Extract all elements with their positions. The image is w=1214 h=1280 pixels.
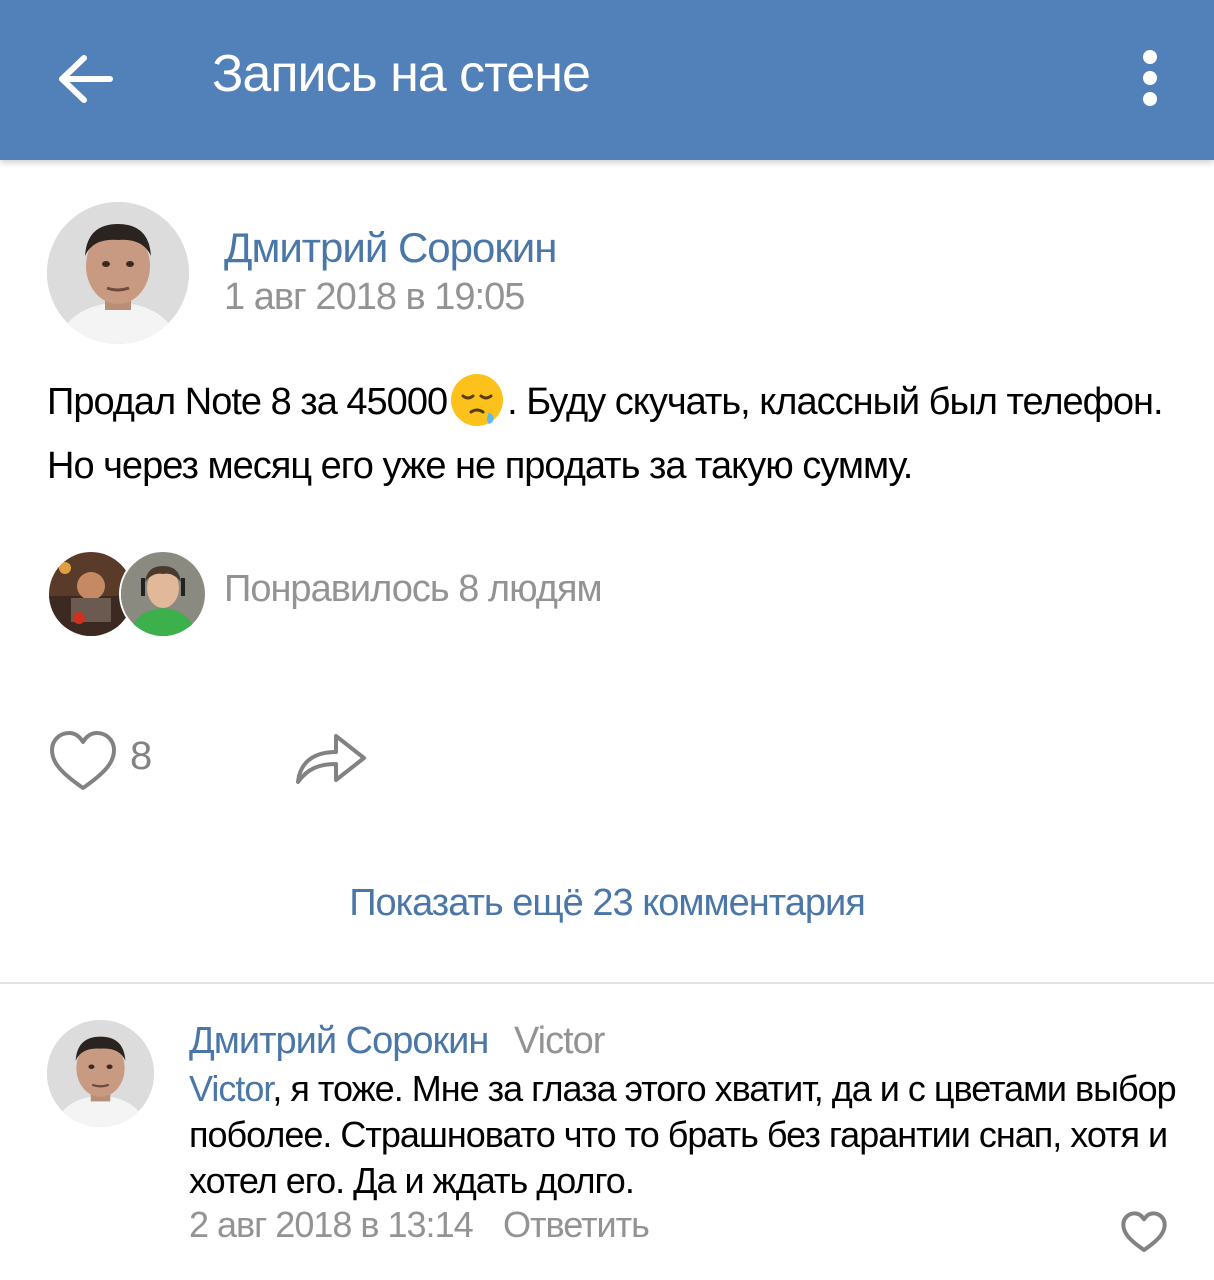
heart-outline-icon [50, 731, 116, 790]
post-author-avatar[interactable] [47, 202, 189, 344]
more-vertical-icon [1143, 50, 1157, 64]
show-more-comments-link[interactable]: Показать ещё 23 комментария [0, 882, 1214, 925]
post-text: Продал Note 8 за 45000 . Буду скучать, к… [47, 370, 1167, 498]
arrow-left-icon [59, 55, 113, 103]
post-date: 1 авг 2018 в 19:05 [224, 276, 525, 318]
back-button[interactable] [54, 48, 116, 110]
post-text-part-1: Продал Note 8 за 45000 [47, 381, 448, 423]
likers-avatars[interactable] [47, 550, 207, 638]
comment-reply-to[interactable]: Victor [514, 1020, 605, 1063]
more-options-button[interactable] [1128, 50, 1172, 110]
comment-text: Victor, я тоже. Мне за глаза этого хвати… [189, 1066, 1179, 1204]
comment-mention-link[interactable]: Victor [189, 1068, 273, 1109]
reply-button[interactable]: Ответить [503, 1204, 650, 1246]
liked-by-text[interactable]: Понравилось 8 людям [224, 568, 603, 611]
comment-author-name[interactable]: Дмитрий Сорокин [189, 1020, 489, 1063]
share-arrow-icon [296, 734, 366, 784]
page-title: Запись на стене [212, 45, 591, 103]
heart-outline-icon [1121, 1211, 1167, 1252]
comment-author-avatar[interactable] [47, 1020, 154, 1127]
top-app-bar: Запись на стене [0, 0, 1214, 160]
liker-avatar[interactable] [119, 550, 207, 638]
post-author-name[interactable]: Дмитрий Сорокин [224, 224, 557, 272]
comment-body: , я тоже. Мне за глаза этого хватит, да … [189, 1068, 1177, 1201]
like-count: 8 [130, 734, 153, 778]
like-button[interactable]: 8 [48, 724, 168, 794]
share-button[interactable] [292, 726, 372, 790]
comment-like-button[interactable] [1120, 1210, 1168, 1254]
divider [0, 982, 1214, 984]
sleepy-face-emoji [451, 374, 504, 426]
comment-date: 2 авг 2018 в 13:14 [189, 1204, 474, 1245]
